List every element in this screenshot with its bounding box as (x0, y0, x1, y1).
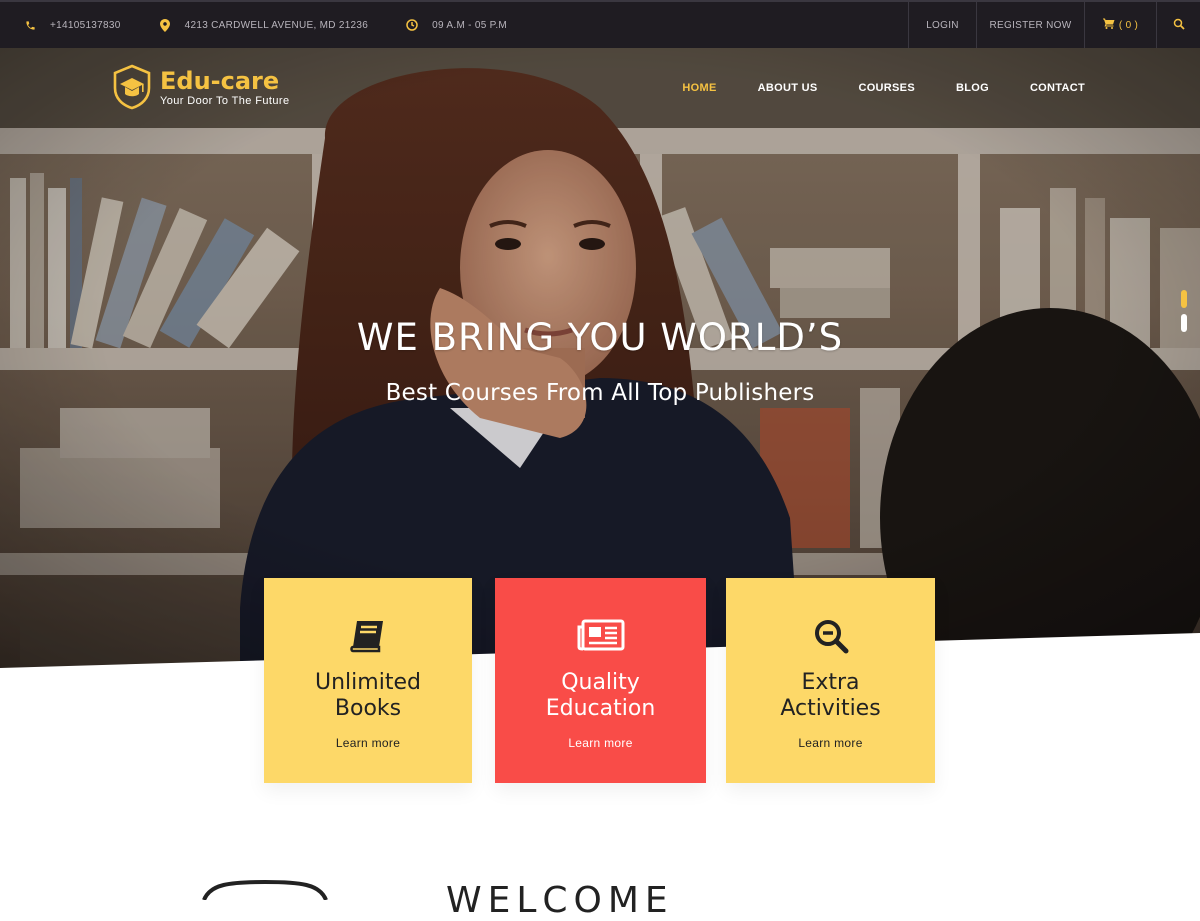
feature-title: Quality Education (545, 670, 656, 721)
feature-card-extra-activities: Extra Activities Learn more (726, 578, 935, 783)
hours-text: 09 A.M - 05 P.M (432, 19, 508, 31)
cart-count: ( 0 ) (1118, 19, 1139, 31)
learn-more-link[interactable]: Learn more (495, 736, 706, 750)
hero-banner: Edu-care Your Door To The Future HOME AB… (0, 48, 1200, 668)
nav-item-courses[interactable]: COURSES (858, 82, 915, 94)
site-logo[interactable]: Edu-care Your Door To The Future (112, 64, 289, 110)
phone-number: +14105137830 (50, 19, 121, 31)
learn-more-link[interactable]: Learn more (726, 736, 935, 750)
login-link[interactable]: LOGIN (908, 2, 976, 48)
feature-card-unlimited-books: Unlimited Books Learn more (264, 578, 472, 783)
address-text: 4213 CARDWELL AVENUE, MD 21236 (184, 19, 369, 31)
slider-pagination (1181, 290, 1187, 338)
slide-dot-2[interactable] (1181, 314, 1187, 332)
map-pin-icon (157, 17, 173, 33)
hero-subheadline: Best Courses From All Top Publishers (385, 380, 815, 406)
search-button[interactable] (1156, 2, 1200, 48)
feature-title: Unlimited Books (315, 670, 421, 721)
learn-more-link[interactable]: Learn more (264, 736, 472, 750)
nav-item-contact[interactable]: CONTACT (1030, 82, 1085, 94)
welcome-illustration (202, 879, 328, 900)
address-contact: 4213 CARDWELL AVENUE, MD 21236 (157, 17, 369, 33)
hero-headline: WE BRING YOU WORLD’S (356, 316, 844, 359)
search-icon (1173, 18, 1185, 33)
clock-icon (404, 17, 420, 33)
phone-icon (22, 17, 38, 33)
cart-button[interactable]: ( 0 ) (1084, 2, 1156, 48)
cart-icon (1102, 18, 1115, 32)
register-link[interactable]: REGISTER NOW (976, 2, 1084, 48)
brand-tagline: Your Door To The Future (160, 95, 290, 107)
magnifier-icon (726, 616, 935, 656)
phone-contact: +14105137830 (22, 17, 121, 33)
brand-name: Edu-care (160, 67, 280, 95)
welcome-heading: WELCOME (446, 880, 674, 921)
nav-item-blog[interactable]: BLOG (956, 82, 989, 94)
main-nav: HOME ABOUT US COURSES BLOG CONTACT (641, 82, 1085, 94)
book-icon (264, 616, 472, 656)
hours-contact: 09 A.M - 05 P.M (404, 17, 507, 33)
feature-title: Extra Activities (780, 670, 881, 721)
nav-item-about-us[interactable]: ABOUT US (758, 82, 818, 94)
logo-text: Edu-care Your Door To The Future (160, 67, 289, 107)
slide-dot-1[interactable] (1181, 290, 1187, 308)
newspaper-icon (495, 616, 706, 656)
account-links: LOGIN REGISTER NOW ( 0 ) (908, 2, 1200, 48)
top-bar: +14105137830 4213 CARDWELL AVENUE, MD 21… (0, 0, 1200, 48)
feature-card-quality-education: Quality Education Learn more (495, 578, 706, 783)
nav-item-home[interactable]: HOME (682, 82, 716, 94)
contact-info: +14105137830 4213 CARDWELL AVENUE, MD 21… (0, 2, 543, 48)
graduation-cap-shield-icon (113, 64, 151, 110)
